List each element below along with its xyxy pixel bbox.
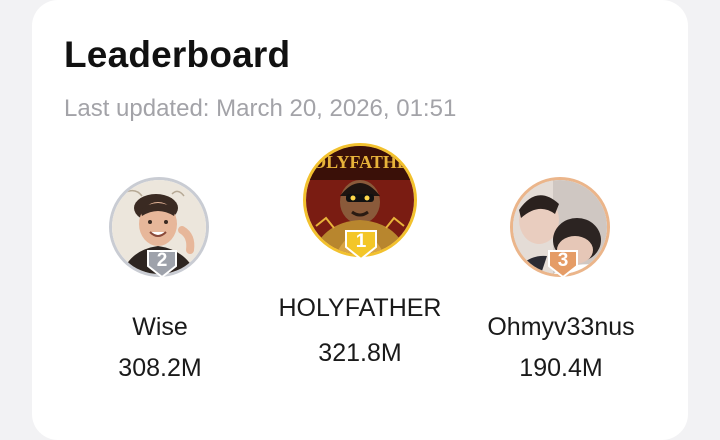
rank-number: 3	[557, 250, 569, 271]
player-score: 308.2M	[118, 354, 202, 382]
player-name: Wise	[132, 313, 188, 341]
player-score: 190.4M	[519, 354, 603, 382]
rank-badge: 1	[343, 227, 379, 266]
avatar-holyfather-wrap: HOLYFATHER 1	[303, 143, 417, 261]
player-score: 321.8M	[318, 339, 402, 367]
page-title: Leaderboard	[64, 34, 291, 75]
svg-text:HOLYFATHER: HOLYFATHER	[306, 152, 414, 172]
rank-number: 2	[156, 250, 168, 271]
rank-badge: 3	[546, 247, 580, 284]
rank-badge: 2	[145, 247, 179, 284]
avatar-ohmyv33nus-wrap: 3	[510, 177, 610, 279]
player-name: HOLYFATHER	[278, 294, 442, 322]
last-updated-text: Last updated: March 20, 2026, 01:51	[64, 95, 457, 122]
player-name: Ohmyv33nus	[487, 313, 635, 341]
rank-number: 1	[355, 231, 367, 252]
avatar-wrise-wrap: 2	[109, 177, 209, 279]
